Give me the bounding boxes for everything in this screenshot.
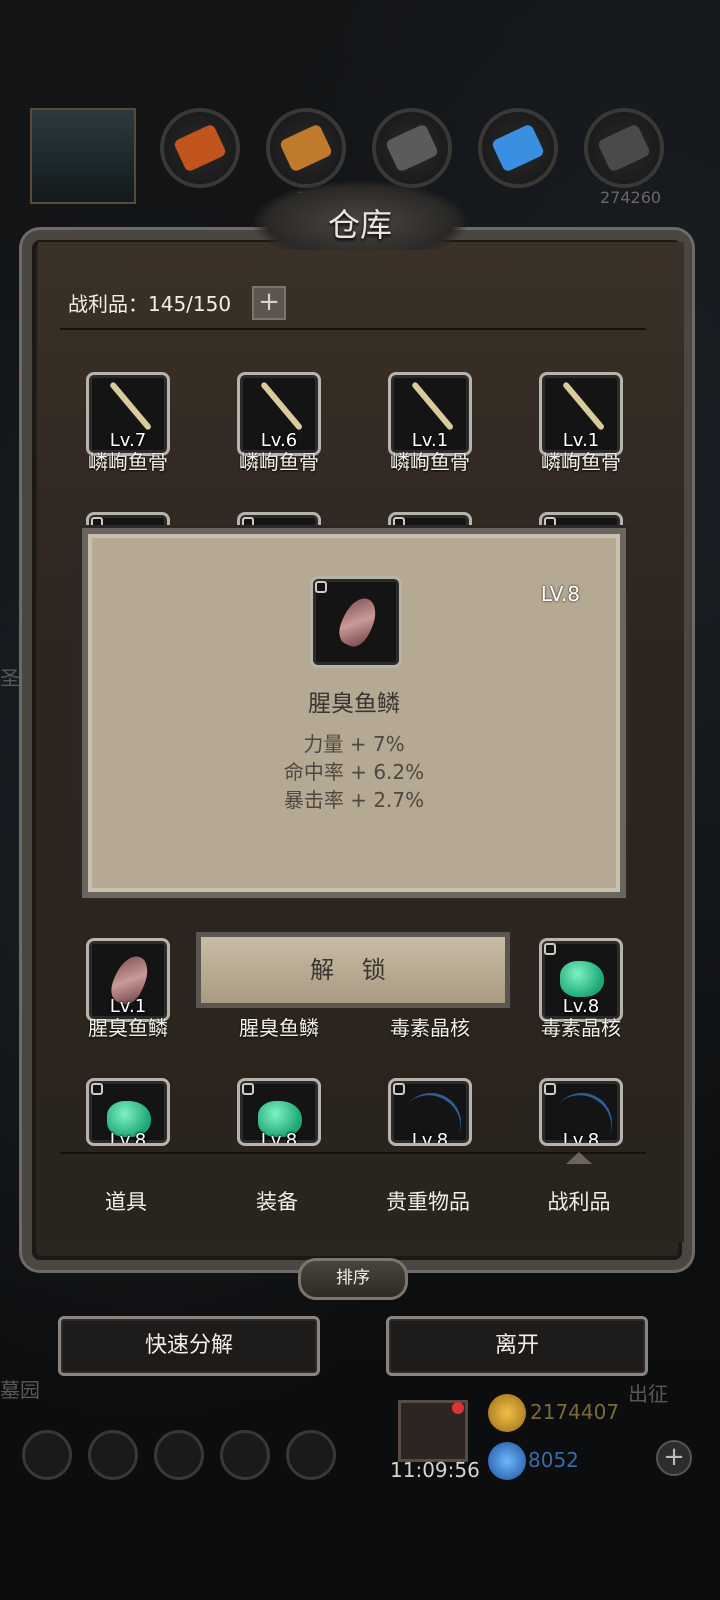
expand-capacity-button[interactable]: + [252, 286, 286, 320]
item-name: 嶙峋鱼骨 [390, 450, 470, 474]
resource-crystal[interactable] [478, 108, 558, 188]
mail-icon[interactable] [220, 1430, 270, 1480]
item-name: 毒素晶核 [390, 1016, 470, 1040]
popup-stat: 力量 + 7% [303, 732, 405, 756]
settings-icon[interactable] [22, 1430, 72, 1480]
resource-metal[interactable] [584, 108, 664, 188]
spoils-capacity: 战利品：145/150 [68, 292, 232, 316]
item-slot[interactable]: Lv.1 [539, 372, 623, 456]
item-detail-popup: LV.8 腥臭鱼鳞 力量 + 7% 命中率 + 6.2% 暴击率 + 2.7% [82, 528, 626, 898]
item-level: Lv.8 [411, 1130, 449, 1146]
wood-plank-icon [278, 123, 334, 173]
lock-icon [315, 581, 327, 593]
popup-item-name: 腥臭鱼鳞 [308, 691, 400, 717]
guild-icon[interactable] [154, 1430, 204, 1480]
item-slot[interactable]: Lv.8 [539, 938, 623, 1022]
popup-item-icon [310, 576, 402, 668]
blue-crystal-icon [490, 123, 546, 173]
fish-bone-icon [411, 381, 455, 431]
lock-icon [393, 1083, 405, 1095]
tab-items[interactable]: 道具 [56, 1186, 196, 1216]
gift-timer: 11:09:56 [390, 1458, 480, 1482]
item-name: 嶙峋鱼骨 [541, 450, 621, 474]
iron-ingot-icon [384, 123, 440, 173]
unlock-button[interactable]: 解 锁 [196, 932, 510, 1008]
item-slot[interactable]: Lv.1 [388, 372, 472, 456]
lock-icon [544, 943, 556, 955]
lock-icon [242, 1083, 254, 1095]
popup-stat: 暴击率 + 2.7% [283, 788, 425, 812]
gold-coin-icon [488, 1394, 526, 1432]
item-level: Lv.8 [562, 1130, 600, 1146]
player-avatar[interactable] [30, 108, 136, 204]
leave-button[interactable]: 离开 [386, 1316, 648, 1376]
item-slot[interactable]: Lv.8 [539, 1078, 623, 1146]
item-name: 嶙峋鱼骨 [239, 450, 319, 474]
item-level: Lv.8 [109, 1130, 147, 1146]
item-level: Lv.8 [260, 1130, 298, 1146]
gem-icon [488, 1442, 526, 1480]
popup-stat: 命中率 + 6.2% [283, 760, 425, 784]
gold-amount: 2174407 [530, 1400, 620, 1424]
tab-spoils[interactable]: 战利品 [509, 1186, 649, 1216]
tab-equipment[interactable]: 装备 [207, 1186, 347, 1216]
add-currency-button[interactable]: + [656, 1440, 692, 1476]
tab-selected-indicator [566, 1152, 592, 1164]
quick-dismantle-button[interactable]: 快速分解 [58, 1316, 320, 1376]
notification-dot [452, 1402, 464, 1414]
header-divider [60, 328, 646, 330]
panel-title: 仓库 [327, 206, 392, 244]
lock-icon [91, 1083, 103, 1095]
toxin-crystal-icon [560, 961, 604, 997]
item-slot[interactable]: Lv.1 [86, 938, 170, 1022]
tab-valuables[interactable]: 贵重物品 [358, 1186, 498, 1216]
item-slot[interactable]: Lv.6 [237, 372, 321, 456]
resource-iron[interactable] [372, 108, 452, 188]
resource-copper[interactable] [160, 108, 240, 188]
shop-icon[interactable] [286, 1430, 336, 1480]
copper-ore-icon [172, 123, 228, 173]
item-name: 毒素晶核 [541, 1016, 621, 1040]
fish-bone-icon [562, 381, 606, 431]
item-name: 腥臭鱼鳞 [88, 1016, 168, 1040]
popup-level: LV.8 [540, 582, 580, 606]
item-name: 腥臭鱼鳞 [239, 1016, 319, 1040]
item-slot[interactable]: Lv.8 [86, 1078, 170, 1146]
achievement-icon[interactable] [88, 1430, 138, 1480]
resource-wood[interactable] [266, 108, 346, 188]
graveyard-label: 墓园 [0, 1378, 40, 1402]
sort-button[interactable]: 排序 [298, 1258, 408, 1300]
metal-bar-icon [596, 123, 652, 173]
item-slot[interactable]: Lv.7 [86, 372, 170, 456]
lock-icon [544, 1083, 556, 1095]
gem-amount: 8052 [528, 1448, 579, 1472]
item-slot[interactable]: Lv.8 [388, 1078, 472, 1146]
item-name: 嶙峋鱼骨 [88, 450, 168, 474]
fish-scale-icon [333, 593, 383, 651]
item-slot[interactable]: Lv.8 [237, 1078, 321, 1146]
fish-bone-icon [260, 381, 304, 431]
expedition-label: 出征 [628, 1382, 668, 1406]
fish-bone-icon [109, 381, 153, 431]
